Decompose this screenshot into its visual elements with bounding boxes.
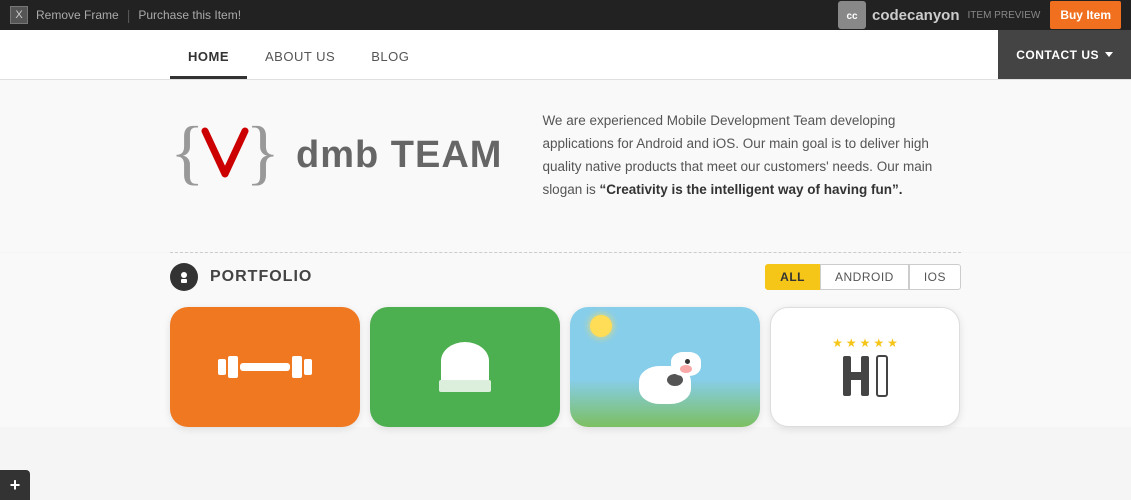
cow-eye: [685, 359, 690, 364]
dumbbell-weight-sm-right: [304, 359, 312, 375]
codecanyon-logo: cc codecanyon ITEM PREVIEW: [838, 1, 1040, 29]
hotel-logo-group: [839, 354, 891, 398]
cow-head: [671, 352, 701, 376]
dumbbell-weight-left: [228, 356, 238, 378]
app-grid: ★ ★ ★ ★ ★: [170, 307, 961, 427]
nav-about[interactable]: ABOUT US: [247, 37, 353, 79]
app-card-hotel[interactable]: ★ ★ ★ ★ ★: [770, 307, 960, 427]
dumbbell-bar: [240, 363, 290, 371]
portfolio-icon: [170, 263, 198, 291]
portfolio-header: PORTFOLIO ALL ANDROID IOS: [170, 253, 961, 291]
codecanyon-text: codecanyon: [872, 7, 960, 24]
remove-frame-label: Remove Frame: [36, 8, 119, 22]
item-preview-text: ITEM PREVIEW: [968, 10, 1041, 21]
star-3: ★: [860, 336, 871, 350]
app-card-fitness[interactable]: [170, 307, 360, 427]
star-5: ★: [887, 336, 898, 350]
company-name: dmb TEAM: [296, 134, 502, 177]
nav-home[interactable]: HOME: [170, 37, 247, 79]
chef-hat-base: [439, 380, 491, 392]
nav-blog[interactable]: BLOG: [353, 37, 427, 79]
app-card-chef[interactable]: [370, 307, 560, 427]
hero-section: { } dmb TEAM We are experienced Mobile D…: [170, 110, 961, 202]
portfolio-section: PORTFOLIO ALL ANDROID IOS: [0, 253, 1131, 427]
company-name-text: dmb TEAM: [296, 134, 502, 176]
dumbbell-weight-right: [292, 356, 302, 378]
portfolio-heading: PORTFOLIO: [210, 268, 312, 286]
dropdown-arrow-icon: [1105, 52, 1113, 57]
dumbbell-icon: [218, 356, 312, 378]
v-shape-logo: [200, 126, 250, 181]
star-1: ★: [832, 336, 843, 350]
hotel-h-icon: [839, 354, 891, 398]
logo-braces: { }: [170, 116, 280, 196]
portfolio-title: PORTFOLIO: [170, 263, 312, 291]
svg-text:cc: cc: [846, 11, 858, 22]
right-brace: }: [245, 116, 280, 188]
cow-nose: [680, 365, 692, 373]
separator: |: [127, 7, 131, 23]
cow-body: [639, 366, 691, 404]
chef-hat-top: [441, 342, 489, 380]
logo-section: { } dmb TEAM: [170, 116, 502, 196]
sun-icon: [590, 315, 612, 337]
filter-all[interactable]: ALL: [765, 264, 820, 290]
contact-us-label: CONTACT US: [1016, 48, 1099, 62]
nav-bar: HOME ABOUT US BLOG CONTACT US: [0, 30, 1131, 80]
dumbbell-weight-sm-left: [218, 359, 226, 375]
chef-hat-icon: [439, 342, 491, 392]
close-button[interactable]: X: [10, 6, 28, 24]
hotel-stars: ★ ★ ★ ★ ★: [832, 336, 898, 350]
topbar-right: cc codecanyon ITEM PREVIEW Buy Item: [838, 1, 1121, 29]
buy-button[interactable]: Buy Item: [1050, 1, 1121, 29]
top-bar: X Remove Frame | Purchase this Item! cc …: [0, 0, 1131, 30]
close-icon: X: [15, 9, 22, 21]
filter-ios[interactable]: IOS: [909, 264, 961, 290]
filter-buttons: ALL ANDROID IOS: [765, 264, 961, 290]
plus-icon: +: [10, 475, 21, 496]
bottom-add-button[interactable]: +: [0, 470, 30, 500]
star-2: ★: [846, 336, 857, 350]
purchase-link[interactable]: Purchase this Item!: [138, 8, 241, 22]
filter-android[interactable]: ANDROID: [820, 264, 909, 290]
hero-description: We are experienced Mobile Development Te…: [542, 110, 961, 202]
main-content: { } dmb TEAM We are experienced Mobile D…: [0, 80, 1131, 252]
cc-icon: cc: [838, 1, 866, 29]
contact-us-button[interactable]: CONTACT US: [998, 30, 1131, 79]
app-card-cow[interactable]: [570, 307, 760, 427]
hero-slogan: “Creativity is the intelligent way of ha…: [599, 182, 902, 197]
star-4: ★: [873, 336, 884, 350]
